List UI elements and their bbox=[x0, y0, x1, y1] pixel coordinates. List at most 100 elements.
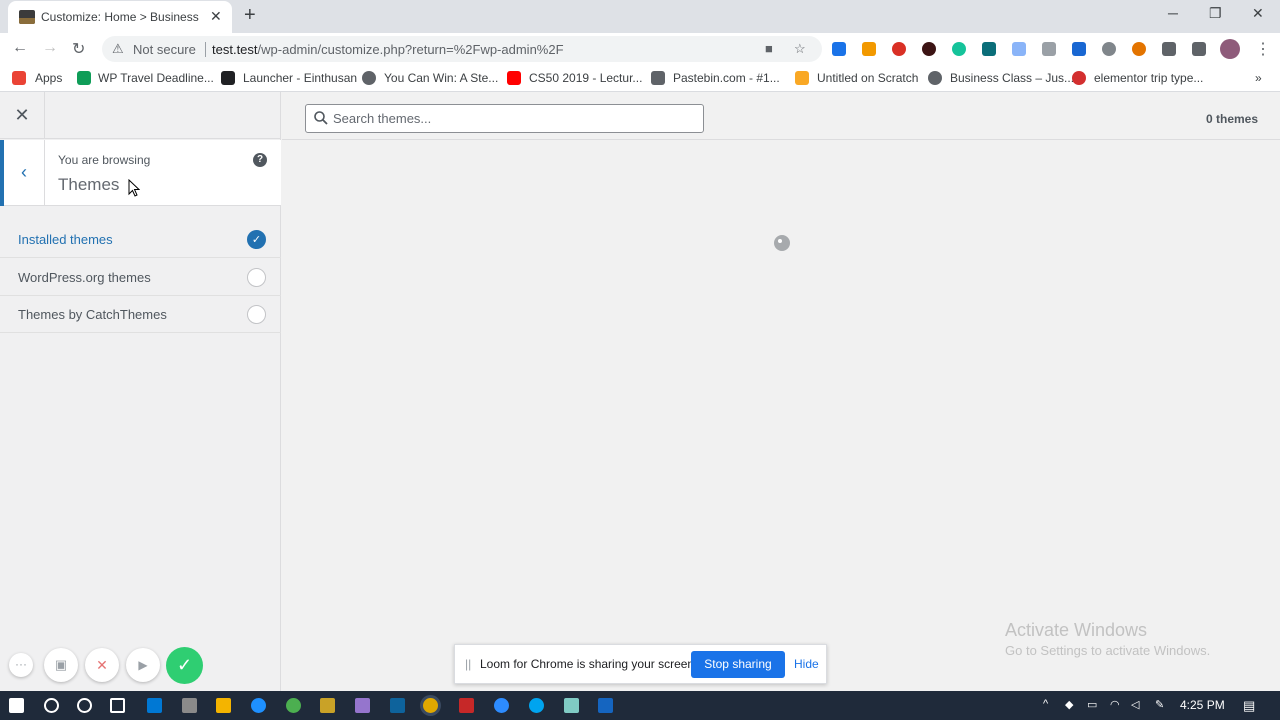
menu-dots-icon[interactable]: ⋮ bbox=[1255, 39, 1271, 59]
bookmark-item[interactable]: elementor trip type... bbox=[1094, 71, 1203, 85]
pen-tray-icon[interactable]: ✎ bbox=[1155, 698, 1164, 711]
cortana-icon[interactable] bbox=[77, 698, 92, 713]
restore-icon[interactable]: ❐ bbox=[1209, 5, 1222, 22]
pastebin-icon bbox=[651, 71, 665, 85]
filezilla-icon[interactable] bbox=[459, 698, 474, 713]
bookmark-item[interactable]: Untitled on Scratch bbox=[817, 71, 918, 85]
stop-sharing-button[interactable]: Stop sharing bbox=[691, 651, 785, 678]
drag-handle-icon[interactable]: || bbox=[465, 657, 471, 671]
app-icon[interactable] bbox=[320, 698, 335, 713]
globe-icon bbox=[362, 71, 376, 85]
profile-avatar[interactable] bbox=[1220, 39, 1240, 59]
browser-tab[interactable]: Customize: Home > Business ✕ bbox=[8, 1, 232, 33]
more-bookmarks-icon[interactable]: » bbox=[1255, 71, 1262, 85]
browsing-label: You are browsing bbox=[58, 153, 151, 167]
task-view-icon[interactable] bbox=[110, 698, 125, 713]
windows-start-icon[interactable] bbox=[9, 698, 24, 713]
vscode-icon[interactable] bbox=[390, 698, 405, 713]
bookmark-star-icon[interactable]: ☆ bbox=[794, 41, 806, 57]
volume-icon[interactable]: ◁ bbox=[1131, 698, 1139, 711]
wp-customizer: ✕ ‹ You are browsing Themes ? Installed … bbox=[0, 92, 1280, 691]
notepad-icon[interactable] bbox=[564, 698, 579, 713]
puzzle-icon[interactable] bbox=[1162, 42, 1176, 56]
extension-icon[interactable] bbox=[1102, 42, 1116, 56]
loom-pause-icon[interactable]: ▶ bbox=[126, 648, 160, 682]
theme-search[interactable] bbox=[305, 104, 704, 133]
extension-icon[interactable] bbox=[922, 42, 936, 56]
chrome-active-icon[interactable] bbox=[423, 698, 438, 713]
pen-icon[interactable] bbox=[355, 698, 370, 713]
back-arrow-icon[interactable]: ← bbox=[12, 39, 28, 57]
bookmark-item[interactable]: Business Class – Jus... bbox=[950, 71, 1074, 85]
close-customizer-icon[interactable]: ✕ bbox=[0, 92, 45, 139]
wifi-icon[interactable]: ◠ bbox=[1110, 698, 1120, 711]
youtube-icon bbox=[507, 71, 521, 85]
cookie-icon[interactable] bbox=[1132, 42, 1146, 56]
filter-label: Themes by CatchThemes bbox=[18, 307, 167, 322]
bookmark-item[interactable]: WP Travel Deadline... bbox=[98, 71, 214, 85]
edge-icon[interactable] bbox=[529, 698, 544, 713]
tab-close-icon[interactable]: ✕ bbox=[210, 8, 222, 25]
reading-list-icon[interactable] bbox=[1192, 42, 1206, 56]
screen-share-bar: || Loom for Chrome is sharing your scree… bbox=[454, 644, 827, 684]
search-input[interactable] bbox=[333, 105, 698, 132]
extension-icon[interactable] bbox=[892, 42, 906, 56]
extension-icon[interactable] bbox=[1072, 42, 1086, 56]
url-text[interactable]: test.test/wp-admin/customize.php?return=… bbox=[212, 42, 564, 57]
search-icon[interactable] bbox=[44, 698, 59, 713]
camera-icon[interactable]: ■ bbox=[765, 41, 773, 56]
extension-icon[interactable] bbox=[982, 42, 996, 56]
battery-icon[interactable]: ▭ bbox=[1087, 698, 1097, 711]
filter-catchthemes[interactable]: Themes by CatchThemes bbox=[0, 296, 281, 333]
extension-icon[interactable] bbox=[832, 42, 846, 56]
address-bar[interactable]: ⚠ Not secure test.test/wp-admin/customiz… bbox=[102, 36, 822, 62]
back-chevron-icon[interactable]: ‹ bbox=[0, 140, 45, 206]
not-secure-label[interactable]: Not secure bbox=[133, 42, 196, 57]
url-path: /wp-admin/customize.php?return=%2Fwp-adm… bbox=[257, 42, 564, 57]
reload-icon[interactable]: ↻ bbox=[72, 39, 85, 59]
extension-icon[interactable] bbox=[1042, 42, 1056, 56]
loom-more-icon[interactable]: ··· bbox=[9, 653, 33, 677]
chrome-icon[interactable] bbox=[286, 698, 301, 713]
grammarly-icon[interactable] bbox=[952, 42, 966, 56]
window-close-icon[interactable]: ✕ bbox=[1252, 5, 1264, 22]
rss-icon[interactable] bbox=[862, 42, 876, 56]
mail-icon[interactable] bbox=[147, 698, 162, 713]
filter-installed-themes[interactable]: Installed themes ✓ bbox=[0, 221, 281, 258]
code-icon[interactable] bbox=[1012, 42, 1026, 56]
loom-cancel-icon[interactable]: ✕ bbox=[85, 648, 119, 682]
bookmark-apps[interactable]: Apps bbox=[35, 71, 62, 85]
bookmark-item[interactable]: You Can Win: A Ste... bbox=[384, 71, 498, 85]
windows-taskbar: ^ ◆ ▭ ◠ ◁ ✎ 4:25 PM ▤ bbox=[0, 691, 1280, 720]
app-icon[interactable] bbox=[182, 698, 197, 713]
help-icon[interactable]: ? bbox=[253, 153, 267, 167]
filter-wordpress-org-themes[interactable]: WordPress.org themes bbox=[0, 259, 281, 296]
clock[interactable]: 4:25 PM bbox=[1180, 698, 1225, 712]
browsing-title: Themes bbox=[58, 175, 120, 194]
app-icon[interactable] bbox=[598, 698, 613, 713]
mouse-cursor-icon bbox=[128, 179, 140, 197]
zoom-icon[interactable] bbox=[494, 698, 509, 713]
loom-finish-icon[interactable]: ✓ bbox=[166, 647, 203, 684]
dropbox-icon[interactable]: ◆ bbox=[1065, 698, 1073, 711]
notifications-icon[interactable]: ▤ bbox=[1243, 698, 1255, 714]
scratch-icon bbox=[795, 71, 809, 85]
radio-icon[interactable] bbox=[247, 268, 266, 287]
loom-camera-icon[interactable]: ▣ bbox=[44, 648, 78, 682]
tray-chevron-icon[interactable]: ^ bbox=[1043, 698, 1048, 710]
edge-icon[interactable] bbox=[251, 698, 266, 713]
forward-arrow-icon[interactable]: → bbox=[42, 39, 58, 57]
bookmark-item[interactable]: Launcher - Einthusan bbox=[243, 71, 357, 85]
bookmark-item[interactable]: Pastebin.com - #1... bbox=[673, 71, 780, 85]
checkmark-icon[interactable]: ✓ bbox=[247, 230, 266, 249]
customizer-sidebar: ✕ ‹ You are browsing Themes ? Installed … bbox=[0, 92, 281, 691]
bookmark-item[interactable]: CS50 2019 - Lectur... bbox=[529, 71, 642, 85]
file-explorer-icon[interactable] bbox=[216, 698, 231, 713]
new-tab-icon[interactable]: + bbox=[244, 4, 256, 27]
theme-count: 0 themes bbox=[1206, 112, 1259, 126]
minimize-icon[interactable]: ─ bbox=[1168, 5, 1178, 21]
radio-icon[interactable] bbox=[247, 305, 266, 324]
tab-strip: Customize: Home > Business ✕ + ─ ❐ ✕ bbox=[0, 0, 1280, 33]
sheets-icon bbox=[77, 71, 91, 85]
hide-button[interactable]: Hide bbox=[794, 657, 819, 671]
